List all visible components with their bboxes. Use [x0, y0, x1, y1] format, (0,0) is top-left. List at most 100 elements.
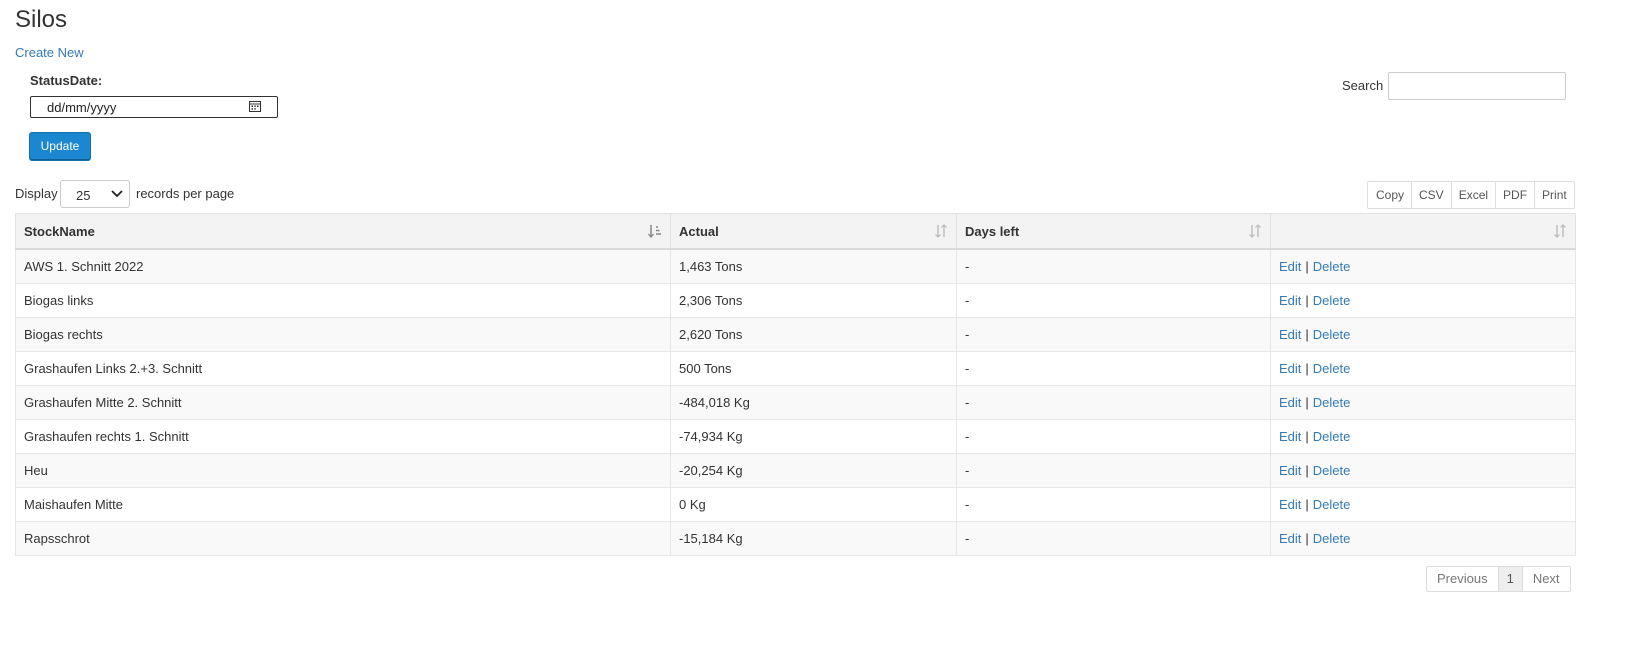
edit-link[interactable]: Edit: [1279, 395, 1301, 410]
action-separator: |: [1305, 531, 1309, 546]
records-per-page-label: records per page: [136, 186, 235, 201]
cell-days-left: -: [956, 317, 1271, 352]
excel-button[interactable]: Excel: [1450, 182, 1495, 208]
table-row: Grashaufen Links 2.+3. Schnitt 500 Tons …: [15, 351, 1576, 386]
cell-stockname: Maishaufen Mitte: [15, 487, 671, 522]
delete-link[interactable]: Delete: [1313, 361, 1351, 376]
search-label: Search: [1342, 78, 1384, 93]
action-separator: |: [1305, 463, 1309, 478]
action-separator: |: [1305, 395, 1309, 410]
delete-link[interactable]: Delete: [1313, 497, 1351, 512]
edit-link[interactable]: Edit: [1279, 327, 1301, 342]
cell-actual: 500 Tons: [670, 351, 957, 386]
previous-page-button[interactable]: Previous: [1427, 567, 1498, 591]
edit-link[interactable]: Edit: [1279, 497, 1301, 512]
action-separator: |: [1305, 429, 1309, 444]
status-date-label: StatusDate:: [30, 73, 103, 88]
table-row: Rapsschrot -15,184 Kg - Edit | Delete: [15, 521, 1576, 556]
table-row: AWS 1. Schnitt 2022 1,463 Tons - Edit | De…: [15, 248, 1576, 284]
next-page-button[interactable]: Next: [1521, 567, 1570, 591]
table-row: Biogas links 2,306 Tons - Edit | Delete: [15, 283, 1576, 318]
action-separator: |: [1305, 497, 1309, 512]
delete-link[interactable]: Delete: [1313, 531, 1351, 546]
cell-actual: -484,018 Kg: [670, 385, 957, 420]
cell-days-left: -: [956, 419, 1271, 454]
cell-stockname: AWS 1. Schnitt 2022: [15, 248, 671, 284]
sort-both-icon: [1554, 224, 1566, 238]
cell-actions: Edit | Delete: [1270, 521, 1576, 556]
cell-actions: Edit | Delete: [1270, 248, 1576, 284]
delete-link[interactable]: Delete: [1313, 463, 1351, 478]
create-new-link[interactable]: Create New: [15, 45, 84, 60]
search-input[interactable]: [1388, 72, 1566, 100]
cell-days-left: -: [956, 385, 1271, 420]
edit-link[interactable]: Edit: [1279, 259, 1301, 274]
cell-stockname: Grashaufen rechts 1. Schnitt: [15, 419, 671, 454]
column-header-actual[interactable]: Actual: [670, 213, 957, 250]
column-header-stockname[interactable]: StockName: [15, 213, 671, 250]
cell-actions: Edit | Delete: [1270, 487, 1576, 522]
table-row: Heu -20,254 Kg - Edit | Delete: [15, 453, 1576, 488]
table-row: Grashaufen rechts 1. Schnitt -74,934 Kg …: [15, 419, 1576, 454]
delete-link[interactable]: Delete: [1313, 395, 1351, 410]
silos-table: StockName Actual Days left AWS 1. Schnit…: [15, 213, 1576, 556]
cell-actions: Edit | Delete: [1270, 283, 1576, 318]
records-per-page-select[interactable]: 25: [60, 180, 130, 208]
copy-button[interactable]: Copy: [1368, 182, 1411, 208]
cell-stockname: Heu: [15, 453, 671, 488]
delete-link[interactable]: Delete: [1313, 259, 1351, 274]
column-header-days-left[interactable]: Days left: [956, 213, 1271, 250]
cell-actions: Edit | Delete: [1270, 351, 1576, 386]
cell-stockname: Grashaufen Links 2.+3. Schnitt: [15, 351, 671, 386]
cell-days-left: -: [956, 351, 1271, 386]
sort-both-icon: [1249, 224, 1261, 238]
cell-days-left: -: [956, 453, 1271, 488]
cell-actions: Edit | Delete: [1270, 385, 1576, 420]
pagination: Previous 1 Next: [1426, 566, 1571, 592]
cell-actions: Edit | Delete: [1270, 419, 1576, 454]
delete-link[interactable]: Delete: [1313, 293, 1351, 308]
table-row: Grashaufen Mitte 2. Schnitt -484,018 Kg …: [15, 385, 1576, 420]
sort-both-icon: [935, 224, 947, 238]
edit-link[interactable]: Edit: [1279, 429, 1301, 444]
cell-stockname: Grashaufen Mitte 2. Schnitt: [15, 385, 671, 420]
cell-days-left: -: [956, 248, 1271, 284]
print-button[interactable]: Print: [1534, 182, 1574, 208]
export-buttons: Copy CSV Excel PDF Print: [1367, 181, 1575, 209]
edit-link[interactable]: Edit: [1279, 293, 1301, 308]
action-separator: |: [1305, 259, 1309, 274]
action-separator: |: [1305, 293, 1309, 308]
cell-days-left: -: [956, 521, 1271, 556]
delete-link[interactable]: Delete: [1313, 327, 1351, 342]
chevron-down-icon: [111, 190, 123, 198]
page-title: Silos: [15, 6, 68, 33]
calendar-icon[interactable]: [249, 100, 261, 112]
cell-actual: 0 Kg: [670, 487, 957, 522]
delete-link[interactable]: Delete: [1313, 429, 1351, 444]
cell-actual: -15,184 Kg: [670, 521, 957, 556]
status-date-placeholder: dd/mm/yyyy: [47, 100, 117, 115]
cell-days-left: -: [956, 487, 1271, 522]
column-header-actions[interactable]: [1270, 213, 1576, 250]
edit-link[interactable]: Edit: [1279, 361, 1301, 376]
cell-stockname: Rapsschrot: [15, 521, 671, 556]
edit-link[interactable]: Edit: [1279, 463, 1301, 478]
edit-link[interactable]: Edit: [1279, 531, 1301, 546]
cell-actions: Edit | Delete: [1270, 317, 1576, 352]
pdf-button[interactable]: PDF: [1495, 182, 1534, 208]
update-button[interactable]: Update: [29, 132, 91, 161]
cell-actual: 2,620 Tons: [670, 317, 957, 352]
sort-ascending-icon: [648, 225, 661, 238]
cell-actions: Edit | Delete: [1270, 453, 1576, 488]
cell-actual: 1,463 Tons: [670, 248, 957, 284]
cell-stockname: Biogas links: [15, 283, 671, 318]
csv-button[interactable]: CSV: [1411, 182, 1451, 208]
display-label: Display: [15, 186, 58, 201]
action-separator: |: [1305, 361, 1309, 376]
records-per-page-value: 25: [76, 188, 91, 203]
action-separator: |: [1305, 327, 1309, 342]
page-1-button[interactable]: 1: [1497, 567, 1522, 591]
table-row: Maishaufen Mitte 0 Kg - Edit | Delete: [15, 487, 1576, 522]
status-date-input[interactable]: dd/mm/yyyy: [30, 96, 278, 118]
cell-actual: -20,254 Kg: [670, 453, 957, 488]
